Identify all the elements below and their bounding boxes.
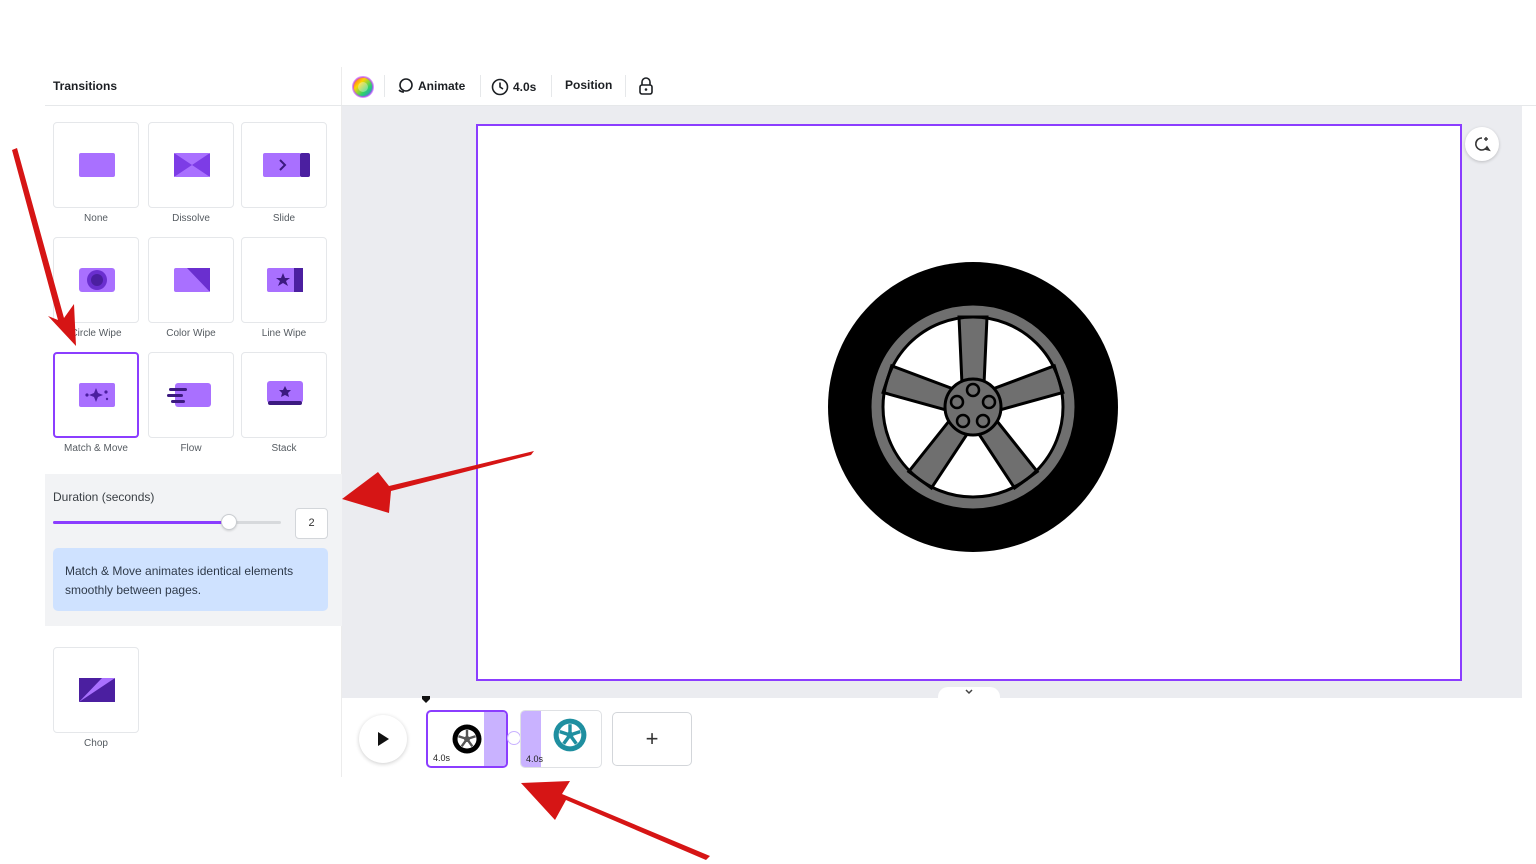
circle-wipe-transition-icon	[79, 268, 115, 292]
transition-circle-wipe[interactable]	[53, 237, 139, 323]
transition-dissolve[interactable]	[148, 122, 234, 208]
duration-button[interactable]: 4.0s	[491, 78, 536, 96]
color-wipe-transition-icon	[174, 268, 210, 292]
refresh-button[interactable]	[1465, 127, 1499, 161]
tile-label: Match & Move	[64, 443, 128, 454]
tile-label: Chop	[84, 738, 108, 749]
tire-thumbnail-icon	[452, 724, 482, 754]
stack-transition-icon	[267, 381, 303, 405]
color-button[interactable]	[352, 76, 374, 98]
transition-stack[interactable]	[241, 352, 327, 438]
transition-none[interactable]	[53, 122, 139, 208]
slide-transition-icon	[263, 153, 310, 177]
transition-match-and-move[interactable]	[53, 352, 139, 438]
timeline: 4.0s 4.0s +	[342, 696, 1522, 777]
tile-label: Circle Wipe	[70, 328, 122, 339]
tire-icon[interactable]	[823, 257, 1123, 557]
panel-title: Transitions	[53, 79, 118, 93]
duration-settings: Duration (seconds) 2 Match & Move animat…	[45, 474, 342, 626]
tile-label: Color Wipe	[166, 328, 216, 339]
tile-label: None	[84, 213, 108, 224]
transition-chop[interactable]	[53, 647, 139, 733]
panel-divider	[45, 105, 342, 106]
toolbar-separator	[480, 75, 481, 97]
clip-transition-region	[484, 712, 506, 766]
transition-flow[interactable]	[148, 352, 234, 438]
animate-label: Animate	[418, 79, 466, 93]
chop-transition-icon	[79, 678, 115, 702]
transition-color-wipe[interactable]	[148, 237, 234, 323]
play-icon	[378, 732, 389, 746]
toolbar-separator	[551, 75, 552, 97]
play-button[interactable]	[359, 715, 407, 763]
dissolve-transition-icon	[174, 153, 210, 177]
playhead-icon[interactable]	[421, 694, 431, 704]
transition-line-wipe[interactable]	[241, 237, 327, 323]
tile-label: Flow	[180, 443, 202, 454]
clip-duration: 4.0s	[526, 754, 544, 764]
clock-icon	[491, 78, 509, 96]
tile-label: Slide	[272, 213, 296, 224]
timeline-clip-1[interactable]: 4.0s	[426, 710, 508, 768]
toolbar-separator	[625, 75, 626, 97]
duration-slider[interactable]	[53, 521, 281, 524]
transitions-panel: Transitions None Dissolve Slide Circle W…	[45, 67, 342, 777]
position-button[interactable]: Position	[565, 78, 612, 92]
flow-transition-icon	[167, 383, 211, 407]
top-toolbar: Animate 4.0s Position	[342, 67, 1536, 106]
duration-label: Duration (seconds)	[53, 490, 155, 504]
canvas-workspace	[342, 106, 1522, 701]
match-and-move-transition-icon	[79, 383, 115, 407]
teal-wheel-thumbnail-icon	[553, 718, 587, 752]
tile-label: Stack	[271, 443, 297, 454]
chevron-down-icon	[965, 689, 973, 695]
tile-label: Line Wipe	[261, 328, 307, 339]
clip-duration: 4.0s	[433, 753, 451, 763]
duration-input[interactable]: 2	[295, 508, 328, 539]
add-page-button[interactable]: +	[612, 712, 692, 766]
duration-value: 4.0s	[513, 80, 537, 94]
design-page[interactable]	[476, 124, 1462, 681]
lock-button[interactable]	[638, 76, 654, 96]
animate-icon	[398, 78, 413, 93]
slider-fill	[53, 521, 229, 524]
toolbar-separator	[384, 75, 385, 97]
red-arrow-icon	[521, 781, 710, 860]
info-box: Match & Move animates identical elements…	[53, 548, 328, 611]
lock-icon	[639, 77, 653, 95]
none-transition-icon	[79, 153, 115, 177]
line-wipe-transition-icon	[267, 268, 303, 292]
timeline-clip-2[interactable]: 4.0s	[520, 710, 602, 768]
animate-button[interactable]: Animate	[396, 78, 465, 94]
transition-slide[interactable]	[241, 122, 327, 208]
tile-label: Dissolve	[172, 213, 210, 224]
slider-thumb[interactable]	[220, 514, 237, 530]
comment-add-icon	[1475, 137, 1491, 152]
transition-marker-icon[interactable]	[507, 731, 521, 745]
color-wheel-icon	[352, 76, 374, 98]
canva-editor: Transitions None Dissolve Slide Circle W…	[0, 0, 1536, 864]
